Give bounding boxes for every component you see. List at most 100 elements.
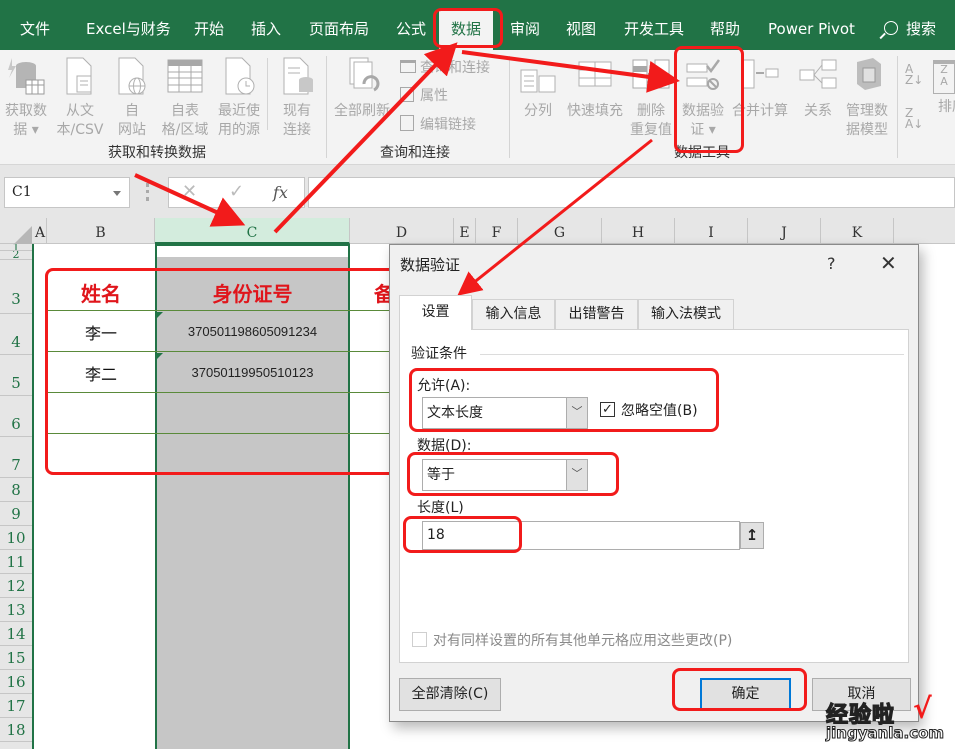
column-header-i[interactable]: I <box>675 218 748 244</box>
ok-button[interactable]: 确定 <box>700 678 791 711</box>
row-header-10[interactable]: 10 <box>0 526 32 550</box>
row-header-8[interactable]: 8 <box>0 478 32 502</box>
tab-settings[interactable]: 设置 <box>399 295 472 330</box>
close-icon[interactable]: ✕ <box>880 251 897 275</box>
sort-descending-button[interactable]: Z A↓ <box>905 107 925 130</box>
from-text-csv-button[interactable]: 从文 本/CSV <box>54 56 106 140</box>
row-header-4[interactable]: 4 <box>0 314 32 355</box>
tab-data[interactable]: 数据 <box>439 10 494 50</box>
apply-all-checkbox[interactable] <box>412 632 427 647</box>
table-header-name[interactable]: 姓名 <box>47 278 155 307</box>
tab-home[interactable]: 开始 <box>194 0 224 50</box>
allow-select[interactable]: 文本长度 ﹀ <box>422 397 588 429</box>
tab-file[interactable]: 文件 <box>20 0 50 50</box>
selected-column-c[interactable] <box>155 244 350 749</box>
tab-ime-mode[interactable]: 输入法模式 <box>638 299 734 329</box>
existing-connections-icon <box>283 57 313 95</box>
row-header-14[interactable]: 14 <box>0 622 32 646</box>
chevron-down-icon[interactable]: ﹀ <box>566 398 587 428</box>
tab-excel-finance[interactable]: Excel与财务 <box>86 0 171 50</box>
row-header-1[interactable]: 1 <box>0 244 32 251</box>
row-header-12[interactable]: 12 <box>0 574 32 598</box>
properties-button[interactable]: 属性 <box>400 87 448 105</box>
from-table-range-button[interactable]: 自表 格/区域 <box>158 56 212 140</box>
manage-data-model-button[interactable]: 管理数 据模型 <box>842 56 892 140</box>
row-header-16[interactable]: 16 <box>0 670 32 694</box>
resize-handle[interactable] <box>146 183 150 201</box>
clear-all-button[interactable]: 全部清除(C) <box>399 678 501 711</box>
row-header-5[interactable]: 5 <box>0 355 32 396</box>
table-header-note[interactable]: 备 <box>374 278 390 307</box>
column-header-k[interactable]: K <box>821 218 894 244</box>
consolidate-button[interactable]: 合并计算 <box>728 56 792 121</box>
column-header-d[interactable]: D <box>350 218 454 244</box>
tab-error-alert[interactable]: 出错警告 <box>555 299 638 329</box>
collapse-dialog-icon[interactable]: ↥ <box>740 522 764 549</box>
table-cell-name[interactable]: 李二 <box>47 361 155 385</box>
search-button[interactable]: 搜索 <box>884 0 936 50</box>
table-header-id[interactable]: 身份证号 <box>155 278 350 307</box>
formula-buttons: ✕ ✓ fx <box>168 177 305 208</box>
table-cell-name[interactable]: 李一 <box>47 320 155 344</box>
table-cell-id[interactable]: 370501198605091234 <box>155 324 350 339</box>
table-cell-id[interactable]: 37050119950510123 <box>155 365 350 380</box>
from-web-button[interactable]: 自 网站 <box>112 56 152 140</box>
data-validation-button[interactable]: 数据验 证 ▾ <box>678 56 728 140</box>
chevron-down-icon[interactable]: ﹀ <box>566 460 587 490</box>
column-header-h[interactable]: H <box>602 218 675 244</box>
column-header-g[interactable]: G <box>518 218 602 244</box>
row-header-2[interactable]: 2 <box>0 251 32 260</box>
length-input[interactable]: 18 <box>422 521 740 550</box>
enter-icon[interactable]: ✓ <box>229 181 244 202</box>
row-header-9[interactable]: 9 <box>0 502 32 526</box>
active-cell-c1[interactable] <box>155 244 350 257</box>
ignore-blank-checkbox[interactable]: ✓ <box>600 402 615 417</box>
formula-input[interactable] <box>308 177 955 208</box>
tab-page-layout[interactable]: 页面布局 <box>309 0 369 50</box>
row-header-3[interactable]: 3 <box>0 260 32 314</box>
sort-button[interactable]: 排序 <box>938 98 955 116</box>
data-select[interactable]: 等于 ﹀ <box>422 459 588 491</box>
help-button[interactable]: ? <box>827 254 836 273</box>
table-gridline <box>47 392 390 393</box>
tab-developer[interactable]: 开发工具 <box>624 0 684 50</box>
get-data-button[interactable]: 获取数 据 ▾ <box>2 56 50 140</box>
chevron-down-icon[interactable] <box>113 191 121 196</box>
row-header-7[interactable]: 7 <box>0 437 32 478</box>
sort-ascending-button[interactable]: A Z↓ <box>905 63 925 86</box>
column-header-e[interactable]: E <box>454 218 476 244</box>
relationships-button[interactable]: 关系 <box>798 56 838 121</box>
text-to-columns-button[interactable]: 分列 <box>518 56 558 121</box>
insert-function-icon[interactable]: fx <box>273 183 288 202</box>
row-header-11[interactable]: 11 <box>0 550 32 574</box>
existing-connections-button[interactable]: 现有 连接 <box>275 56 319 140</box>
remove-duplicates-button[interactable]: 删除 重复值 <box>628 56 674 140</box>
watermark-url: jingyanla.com <box>825 724 945 743</box>
name-box[interactable]: C1 <box>4 177 130 208</box>
row-header-15[interactable]: 15 <box>0 646 32 670</box>
select-all-corner[interactable] <box>14 226 32 244</box>
column-header-c[interactable]: C <box>155 218 350 244</box>
flash-fill-button[interactable]: 快速填充 <box>563 56 627 121</box>
tab-view[interactable]: 视图 <box>566 0 596 50</box>
column-header-a[interactable]: A <box>34 218 47 244</box>
tab-formulas[interactable]: 公式 <box>396 0 426 50</box>
tab-insert[interactable]: 插入 <box>251 0 281 50</box>
column-header-f[interactable]: F <box>476 218 518 244</box>
row-header-6[interactable]: 6 <box>0 396 32 437</box>
column-header-j[interactable]: J <box>748 218 821 244</box>
table-icon <box>167 59 203 93</box>
refresh-all-button[interactable]: 全部刷新 <box>331 56 393 121</box>
row-header-13[interactable]: 13 <box>0 598 32 622</box>
column-header-b[interactable]: B <box>47 218 155 244</box>
tab-power-pivot[interactable]: Power Pivot <box>768 0 855 50</box>
row-header-18[interactable]: 18 <box>0 718 32 742</box>
tab-help[interactable]: 帮助 <box>710 0 740 50</box>
tab-review[interactable]: 审阅 <box>510 0 540 50</box>
row-header-17[interactable]: 17 <box>0 694 32 718</box>
tab-input-message[interactable]: 输入信息 <box>472 299 555 329</box>
edit-links-button[interactable]: 编辑链接 <box>400 115 476 134</box>
cancel-icon[interactable]: ✕ <box>182 181 197 202</box>
recent-sources-button[interactable]: 最近使 用的源 <box>214 56 264 140</box>
queries-connections-button[interactable]: 查询和连接 <box>400 59 490 77</box>
